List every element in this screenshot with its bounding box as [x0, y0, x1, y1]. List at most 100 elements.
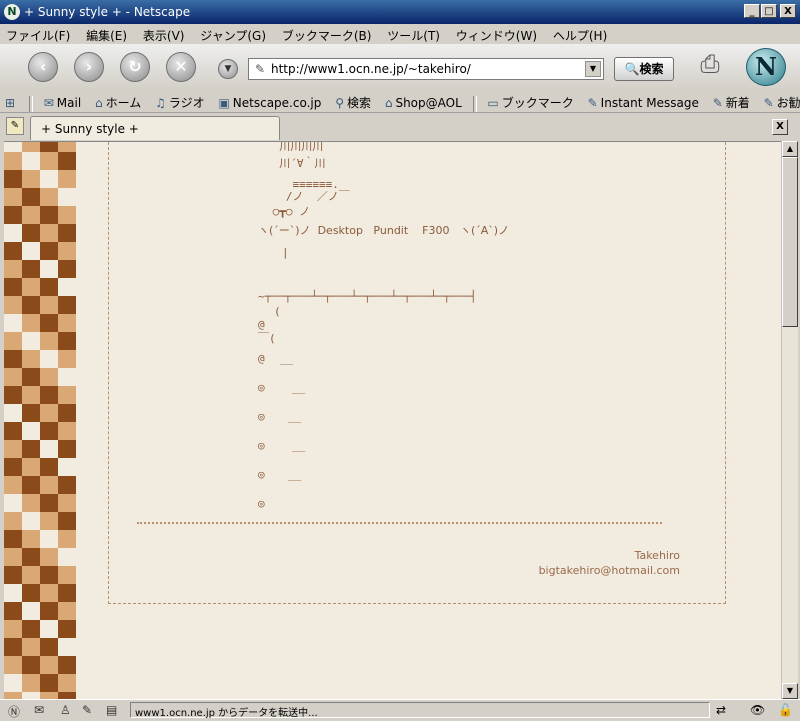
- signature-email[interactable]: bigtakehiro@hotmail.com: [539, 564, 680, 577]
- tree-dash: __: [288, 410, 302, 423]
- menu-bar: ファイル(F) 編集(E) 表示(V) ジャンプ(G) ブックマーク(B) ツー…: [0, 24, 800, 45]
- menu-go[interactable]: ジャンプ(G): [194, 24, 272, 44]
- checker-tile: [4, 656, 22, 674]
- bookmark-label: 新着: [725, 96, 750, 110]
- checker-tile: [4, 674, 22, 692]
- bookmark-radio[interactable]: ♫ ラジオ: [150, 90, 210, 111]
- vertical-scrollbar[interactable]: ▲ ▼: [781, 141, 798, 699]
- checker-tile: [22, 584, 40, 602]
- menu-bookmarks[interactable]: ブックマーク(B): [276, 24, 378, 44]
- forward-button[interactable]: ›: [74, 52, 104, 82]
- checker-tile: [22, 332, 40, 350]
- shop-icon: ⌂: [384, 96, 393, 110]
- bookmark-label: ラジオ: [168, 96, 205, 110]
- tree-mark: ◎: [258, 439, 265, 452]
- back-button[interactable]: ‹: [28, 52, 58, 82]
- checker-tile: [40, 142, 58, 152]
- bookmark-home[interactable]: ⌂ ホーム: [90, 90, 146, 111]
- checker-tile: [58, 152, 76, 170]
- bookmark-shop[interactable]: ⌂ Shop@AOL: [380, 92, 467, 110]
- url-bar[interactable]: ✎ ▼: [248, 58, 604, 80]
- new-tab-icon[interactable]: ✎: [6, 117, 24, 135]
- search-button[interactable]: 🔍検索: [614, 57, 674, 81]
- scroll-up-button[interactable]: ▲: [782, 141, 798, 157]
- reload-button[interactable]: ↻: [120, 52, 150, 82]
- checker-tile: [22, 350, 40, 368]
- history-dropdown-button[interactable]: ▼: [218, 59, 238, 79]
- sidebar-toggle-button[interactable]: ⊞: [0, 92, 23, 110]
- bookmark-search[interactable]: ⚲ 検索: [330, 90, 376, 111]
- bookmark-instant-message[interactable]: ✎ Instant Message: [583, 92, 704, 110]
- checker-tile: [40, 188, 58, 206]
- netscape-app-icon[interactable]: N: [4, 4, 20, 20]
- checker-tile: [58, 224, 76, 242]
- address-book-icon[interactable]: ▤: [106, 703, 117, 717]
- bookmark-new[interactable]: ✎ 新着: [708, 90, 755, 111]
- maximize-button[interactable]: □: [761, 4, 777, 18]
- checker-tile: [58, 512, 76, 530]
- close-button[interactable]: X: [780, 4, 796, 18]
- page-proxy-icon[interactable]: ✎: [255, 62, 265, 76]
- aim-icon[interactable]: ♙: [60, 703, 71, 717]
- checker-tile: [22, 566, 40, 584]
- checker-tile: [4, 152, 22, 170]
- menu-view[interactable]: 表示(V): [137, 24, 191, 44]
- bookmark-label: Mail: [56, 96, 82, 110]
- menu-tools[interactable]: ツール(T): [381, 24, 446, 44]
- checker-tile: [22, 224, 40, 242]
- mail-icon[interactable]: ✉: [34, 703, 44, 717]
- stop-icon: ✕: [174, 57, 188, 76]
- checker-tile: [22, 206, 40, 224]
- checker-tile: [4, 440, 22, 458]
- checker-tile: [58, 422, 76, 440]
- menu-file[interactable]: ファイル(F): [0, 24, 76, 44]
- checker-tile: [58, 332, 76, 350]
- navigation-toolbar: ‹ › ↻ ✕ ▼ ✎ ▼ 🔍検索 ⎙ N: [0, 44, 800, 91]
- netscape-logo-icon[interactable]: N: [746, 48, 786, 86]
- menu-window[interactable]: ウィンドウ(W): [450, 24, 543, 44]
- bookmark-netscape[interactable]: ▣ Netscape.co.jp: [213, 92, 326, 110]
- composer-icon[interactable]: ✎: [82, 703, 92, 717]
- scroll-thumb[interactable]: [782, 157, 798, 327]
- url-input[interactable]: [271, 61, 581, 77]
- privacy-icon[interactable]: 👁: [750, 703, 765, 717]
- checker-tile: [58, 476, 76, 494]
- scroll-down-button[interactable]: ▼: [782, 683, 798, 699]
- bookmark-label: お勧め: [776, 96, 800, 110]
- minimize-button[interactable]: _: [744, 4, 760, 18]
- lock-icon[interactable]: 🔓: [778, 703, 793, 717]
- netscape-component-icon[interactable]: Ⓝ: [8, 703, 20, 720]
- checker-tile: [58, 548, 76, 566]
- bookmark-label: 検索: [346, 96, 371, 110]
- checker-tile: [40, 170, 58, 188]
- title-bar: N + Sunny style + - Netscape _ □ X: [0, 0, 800, 24]
- bookmark-mail[interactable]: ✉ Mail: [39, 92, 86, 110]
- checker-tile: [22, 404, 40, 422]
- tab-sunny-style[interactable]: + Sunny style +: [30, 116, 280, 140]
- checker-tile: [4, 548, 22, 566]
- checker-tile: [58, 674, 76, 692]
- print-icon[interactable]: ⎙: [694, 50, 726, 82]
- tab-label: + Sunny style +: [41, 122, 139, 136]
- checker-tile: [58, 386, 76, 404]
- checker-tile: [4, 368, 22, 386]
- checker-tile: [58, 170, 76, 188]
- menu-help[interactable]: ヘルプ(H): [547, 24, 613, 44]
- url-dropdown-button[interactable]: ▼: [585, 61, 601, 77]
- checker-tile: [22, 638, 40, 656]
- checker-tile: [4, 404, 22, 422]
- bookmark-icon: ✎: [587, 96, 598, 110]
- checker-tile: [22, 548, 40, 566]
- online-status-icon[interactable]: ⇄: [716, 703, 726, 717]
- menu-edit[interactable]: 編集(E): [80, 24, 133, 44]
- checker-tile: [4, 602, 22, 620]
- close-tab-button[interactable]: X: [772, 119, 788, 135]
- checker-tile: [58, 242, 76, 260]
- checker-tile: [58, 142, 76, 152]
- checker-tile: [40, 368, 58, 386]
- stop-button[interactable]: ✕: [166, 52, 196, 82]
- bookmark-recommend[interactable]: ✎お勧め: [759, 90, 800, 111]
- toolbar-separator: [472, 95, 477, 112]
- aa-line: /ノ ／ノ￣: [266, 190, 350, 203]
- bookmark-folder[interactable]: ▭ ブックマーク: [482, 90, 578, 111]
